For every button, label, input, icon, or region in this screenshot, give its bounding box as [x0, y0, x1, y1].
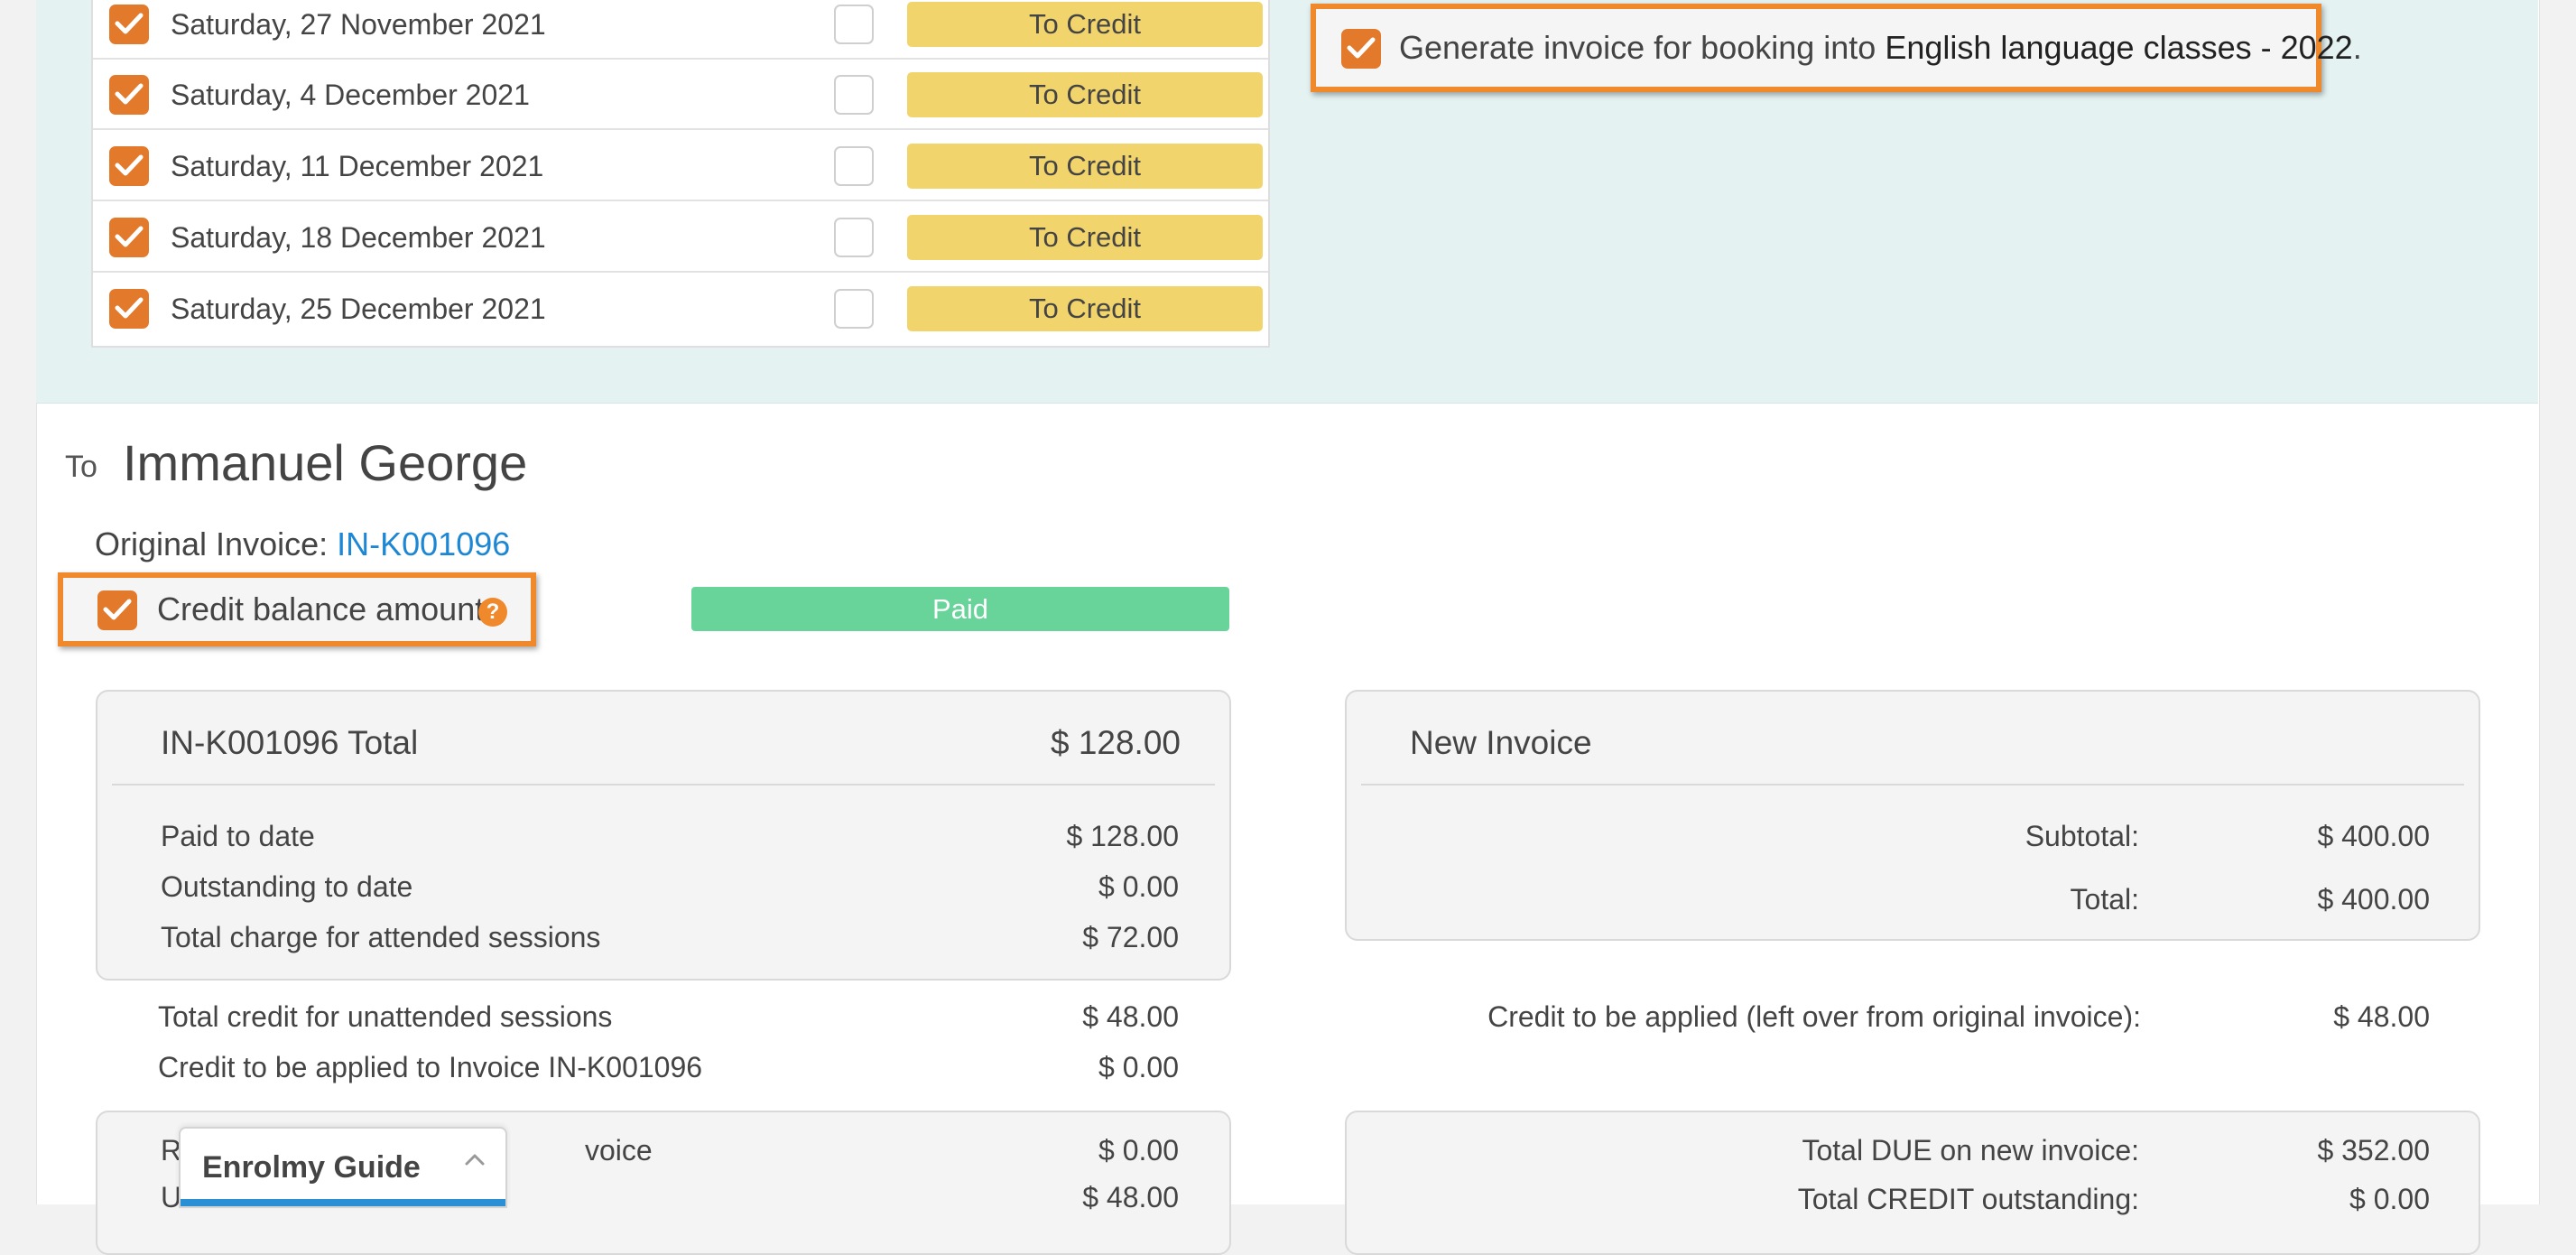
checkmark-icon	[115, 154, 144, 176]
session-date: Saturday, 18 December 2021	[171, 221, 546, 254]
divider	[1361, 784, 2464, 786]
total-value: $ 400.00	[2317, 883, 2430, 916]
session-checkbox[interactable]	[109, 5, 149, 44]
session-date: Saturday, 11 December 2021	[171, 150, 544, 182]
checkmark-icon	[115, 83, 144, 105]
generate-invoice-label: Generate invoice for booking into Englis…	[1399, 29, 2362, 66]
checkmark-icon	[115, 226, 144, 247]
leftover-credit-value: $ 48.00	[2333, 1000, 2430, 1033]
to-credit-button[interactable]: To Credit	[907, 2, 1263, 47]
checkmark-icon	[103, 599, 132, 620]
session-row: Saturday, 27 November 2021 To Credit	[93, 0, 1268, 60]
paid-to-date-label: Paid to date	[161, 820, 315, 852]
generate-invoice-checkbox[interactable]	[1341, 29, 1381, 69]
original-invoice-card: IN-K001096 Total $ 128.00 Paid to date $…	[96, 690, 1231, 981]
class-name: English language classes - 2022	[1885, 29, 2353, 66]
session-row: Saturday, 25 December 2021 To Credit	[93, 274, 1268, 344]
checkmark-icon	[115, 13, 144, 34]
enrolmy-guide-widget[interactable]: Enrolmy Guide	[179, 1127, 507, 1208]
totals-card: Total DUE on new invoice: $ 352.00 Total…	[1345, 1111, 2480, 1255]
total-credit-outstanding-label: Total CREDIT outstanding:	[1797, 1183, 2139, 1215]
credit-balance-label: Credit balance amount.	[157, 590, 494, 628]
outstanding-label: Outstanding to date	[161, 870, 413, 903]
original-card-total: $ 128.00	[1050, 724, 1181, 761]
total-label: Total:	[2070, 883, 2139, 916]
credit-balance-checkbox[interactable]	[97, 590, 137, 630]
session-option-checkbox[interactable]	[834, 5, 874, 44]
checkmark-icon	[115, 297, 144, 319]
attended-charge-label: Total charge for attended sessions	[161, 921, 601, 953]
total-due-value: $ 352.00	[2317, 1134, 2430, 1167]
summary-row2-value: $ 48.00	[1082, 1181, 1179, 1213]
checkmark-icon	[1347, 37, 1376, 59]
to-credit-button[interactable]: To Credit	[907, 286, 1263, 331]
help-icon[interactable]: ?	[478, 598, 507, 627]
session-option-checkbox[interactable]	[834, 218, 874, 257]
divider	[112, 784, 1215, 786]
session-row: Saturday, 4 December 2021 To Credit	[93, 60, 1268, 130]
to-label: To	[65, 450, 97, 484]
subtotal-value: $ 400.00	[2317, 820, 2430, 852]
original-invoice-link[interactable]: IN-K001096	[337, 525, 510, 562]
session-option-checkbox[interactable]	[834, 75, 874, 115]
subtotal-label: Subtotal:	[2025, 820, 2139, 852]
session-checkbox[interactable]	[109, 289, 149, 329]
session-date: Saturday, 27 November 2021	[171, 8, 546, 41]
to-credit-button[interactable]: To Credit	[907, 215, 1263, 260]
credit-balance-highlight: Credit balance amount. ?	[58, 572, 536, 646]
session-row: Saturday, 18 December 2021 To Credit	[93, 202, 1268, 273]
credit-applied-value: $ 0.00	[1098, 1051, 1179, 1083]
guide-accent-bar	[181, 1199, 505, 1206]
session-date: Saturday, 25 December 2021	[171, 293, 546, 325]
original-card-title: IN-K001096 Total	[161, 724, 419, 761]
total-credit-outstanding-value: $ 0.00	[2349, 1183, 2430, 1215]
unattended-credit-value: $ 48.00	[1082, 1000, 1179, 1033]
summary-row-value: $ 0.00	[1098, 1134, 1179, 1167]
guide-title: Enrolmy Guide	[202, 1150, 421, 1185]
total-due-label: Total DUE on new invoice:	[1802, 1134, 2139, 1167]
summary-row-label-end: voice	[585, 1134, 653, 1167]
credit-applied-label: Credit to be applied to Invoice IN-K0010…	[158, 1051, 703, 1083]
session-checkbox[interactable]	[109, 75, 149, 115]
to-credit-button[interactable]: To Credit	[907, 72, 1263, 117]
unattended-credit-label: Total credit for unattended sessions	[158, 1000, 613, 1033]
attended-charge-value: $ 72.00	[1082, 921, 1179, 953]
original-invoice: Original Invoice: IN-K001096	[95, 525, 511, 562]
session-date: Saturday, 4 December 2021	[171, 79, 530, 111]
new-invoice-card: New Invoice Subtotal: $ 400.00 Total: $ …	[1345, 690, 2480, 941]
session-checkbox[interactable]	[109, 146, 149, 186]
recipient-name: Immanuel George	[123, 434, 528, 491]
generate-invoice-highlight: Generate invoice for booking into Englis…	[1311, 4, 2362, 92]
paid-to-date-value: $ 128.00	[1066, 820, 1179, 852]
outstanding-value: $ 0.00	[1098, 870, 1179, 903]
paid-status-badge: Paid	[691, 587, 1229, 631]
session-option-checkbox[interactable]	[834, 146, 874, 186]
sessions-table: Saturday, 27 November 2021 To Credit Sat…	[91, 0, 1270, 348]
leftover-credit-label: Credit to be applied (left over from ori…	[1487, 1000, 2141, 1033]
to-credit-button[interactable]: To Credit	[907, 144, 1263, 189]
chevron-up-icon[interactable]	[464, 1152, 486, 1167]
session-checkbox[interactable]	[109, 218, 149, 257]
session-row: Saturday, 11 December 2021 To Credit	[93, 131, 1268, 201]
session-option-checkbox[interactable]	[834, 289, 874, 329]
new-invoice-title: New Invoice	[1410, 724, 1592, 761]
